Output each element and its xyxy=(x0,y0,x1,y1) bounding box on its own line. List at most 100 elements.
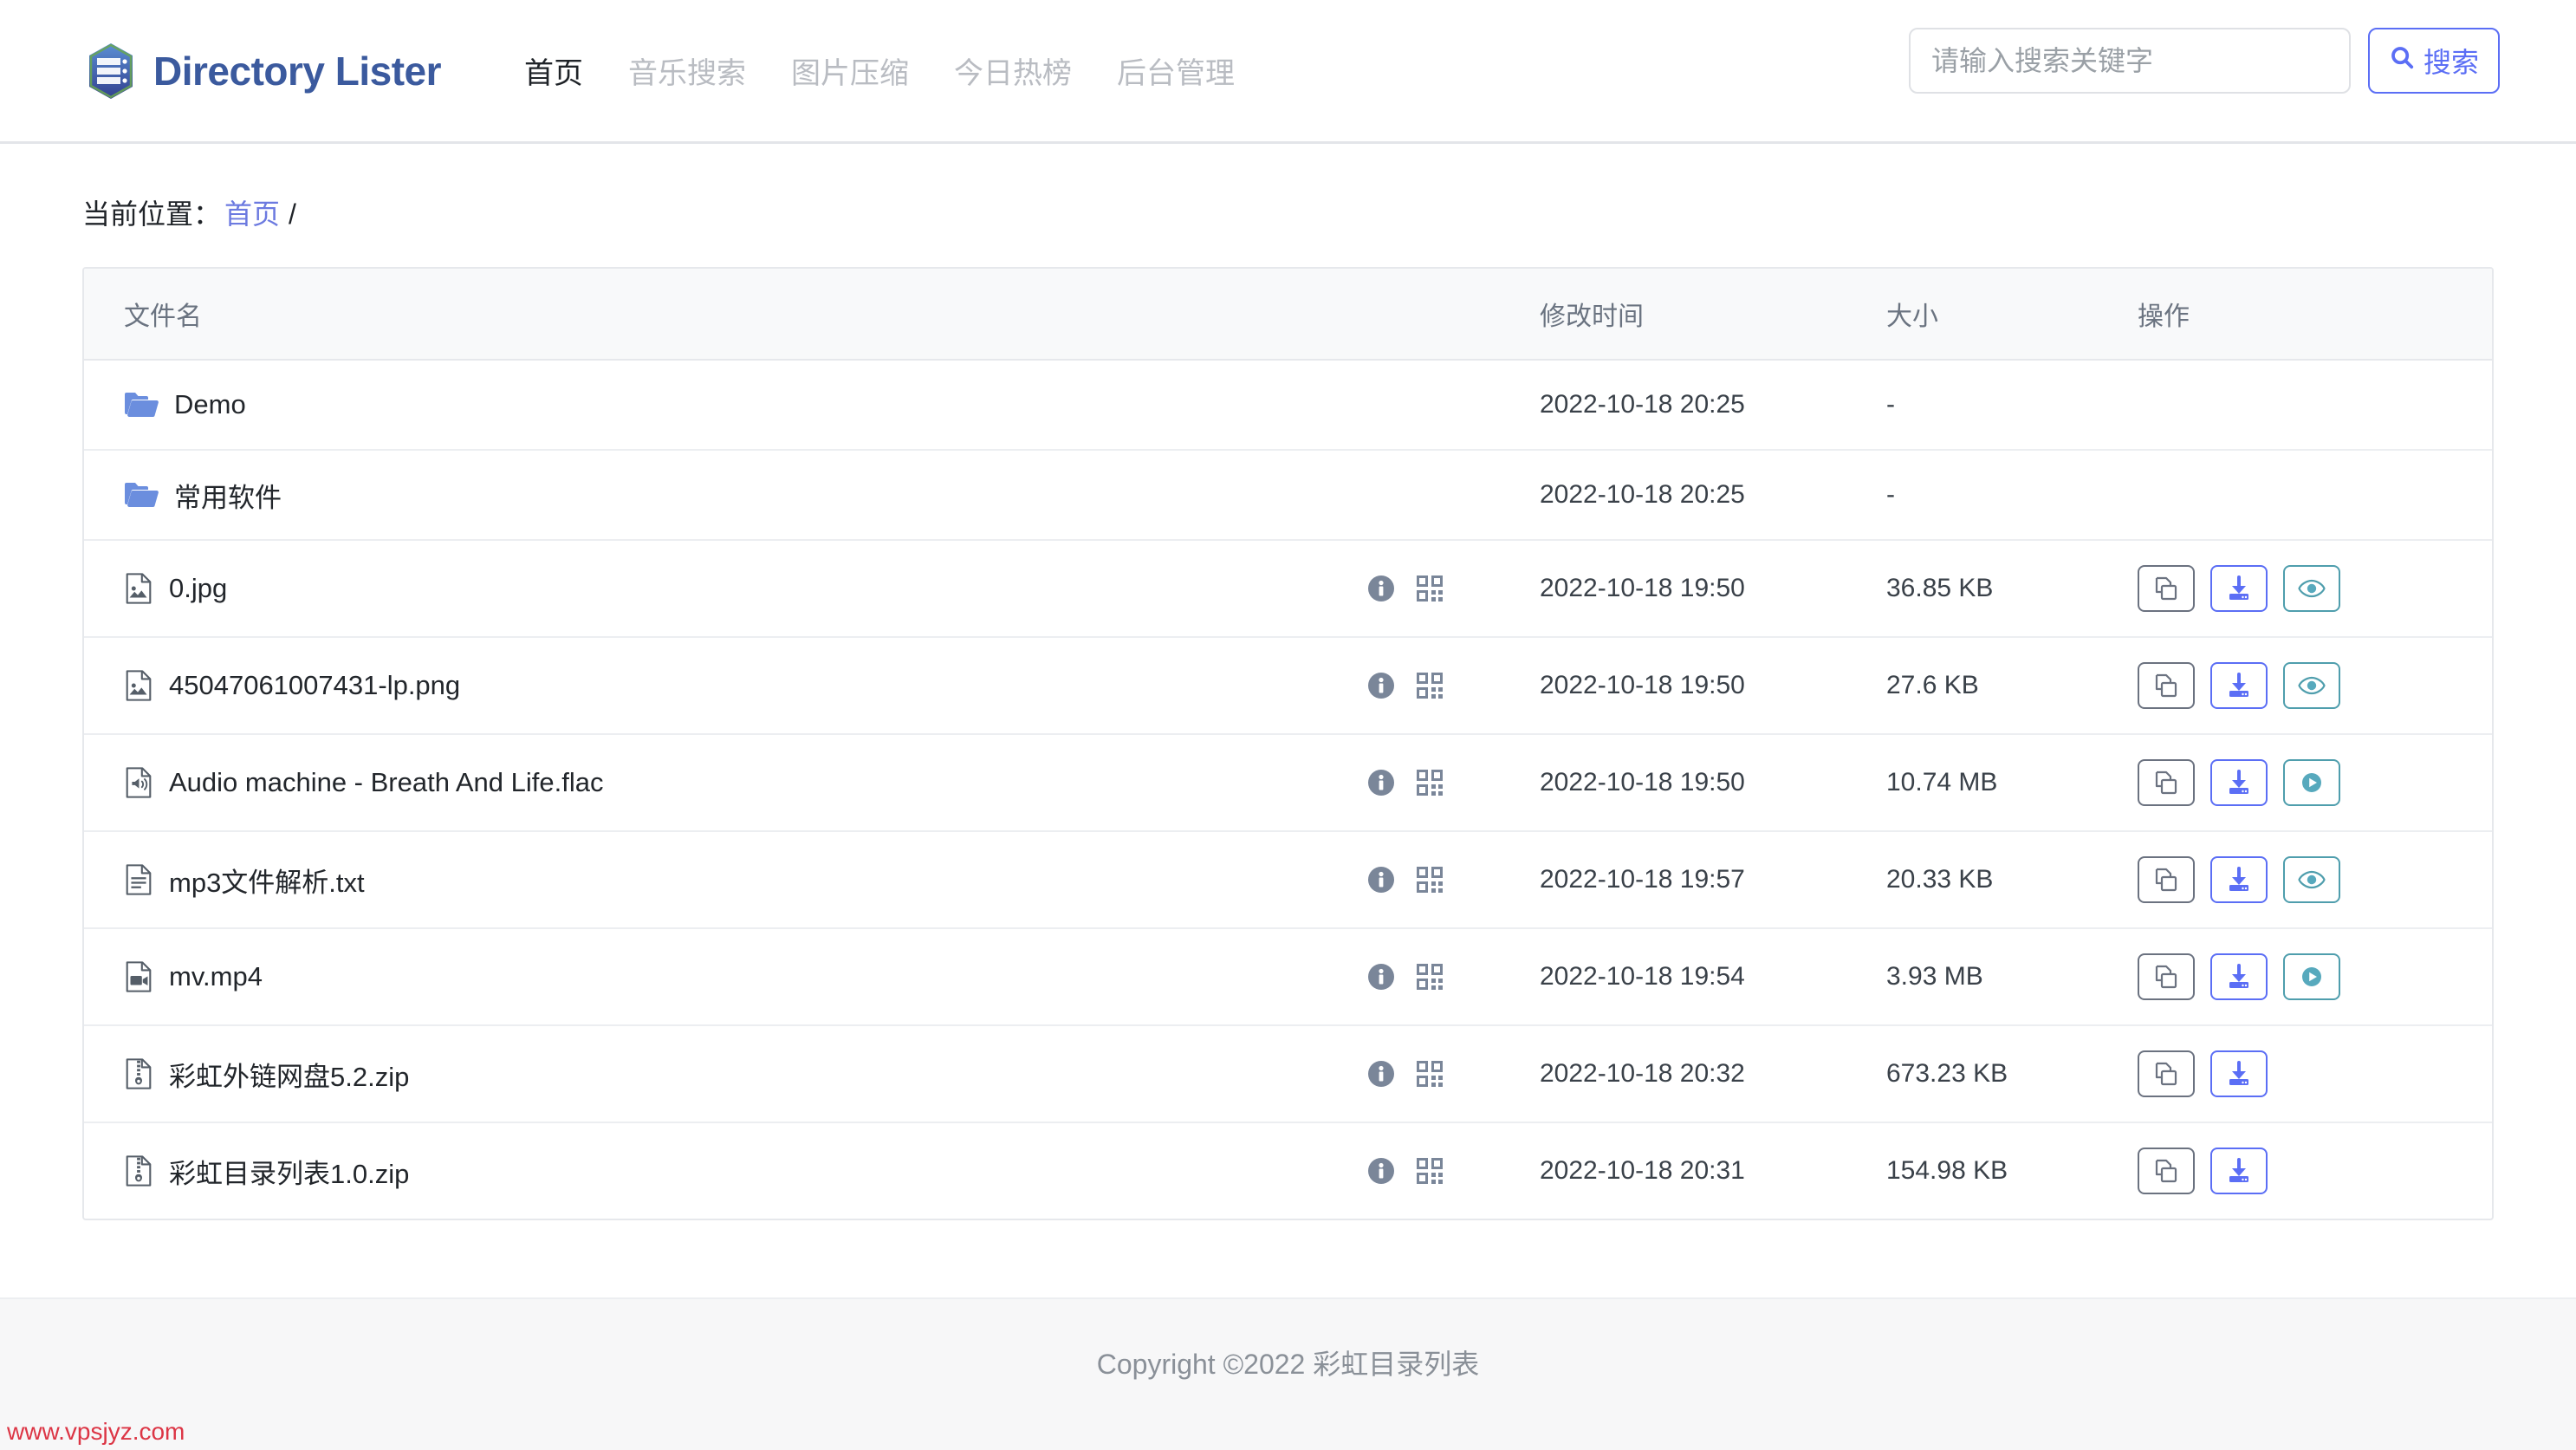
cell-filename: Demo xyxy=(84,360,1366,450)
download-button[interactable] xyxy=(2210,1148,2268,1194)
file-table-head: 文件名 修改时间 大小 操作 xyxy=(84,269,2492,361)
info-icon[interactable] xyxy=(1366,671,1396,700)
table-row[interactable]: 常用软件 2022-10-18 20:25 - xyxy=(84,449,2492,540)
info-icon[interactable] xyxy=(1366,1156,1396,1186)
cell-badges xyxy=(1366,449,1540,540)
breadcrumb-home-link[interactable]: 首页 xyxy=(224,192,280,232)
table-row[interactable]: 0.jpg 2022-10-18 19:50 36.85 KB xyxy=(84,539,2492,637)
folder-icon xyxy=(124,480,159,510)
row-actions xyxy=(2138,1050,2492,1097)
cell-modified-time: 2022-10-18 20:31 xyxy=(1540,1122,1886,1219)
file-entry[interactable]: 彩虹目录列表1.0.zip xyxy=(124,1152,1366,1191)
copy-link-button[interactable] xyxy=(2138,1148,2195,1194)
nav-item-admin[interactable]: 后台管理 xyxy=(1117,49,1235,92)
copy-link-button[interactable] xyxy=(2138,953,2195,1000)
table-row[interactable]: Demo 2022-10-18 20:25 - xyxy=(84,360,2492,450)
cell-badges xyxy=(1366,539,1540,637)
table-row[interactable]: 彩虹外链网盘5.2.zip 2022-10-18 20:32 673.23 KB xyxy=(84,1024,2492,1122)
cell-filename: 45047061007431-lp.png xyxy=(84,636,1366,734)
info-icon[interactable] xyxy=(1366,962,1396,992)
top-navbar: Directory Lister 首页 音乐搜索 图片压缩 今日热榜 后台管理 … xyxy=(0,0,2576,144)
info-icon[interactable] xyxy=(1366,574,1396,603)
row-actions xyxy=(2138,662,2492,709)
row-badges xyxy=(1366,574,1540,603)
cell-size: 20.33 KB xyxy=(1886,830,2129,928)
search-button-label: 搜索 xyxy=(2423,47,2479,78)
copy-link-button[interactable] xyxy=(2138,1050,2195,1097)
info-icon[interactable] xyxy=(1366,865,1396,894)
qrcode-icon[interactable] xyxy=(1415,962,1444,992)
qrcode-icon[interactable] xyxy=(1415,865,1444,894)
download-button[interactable] xyxy=(2210,1050,2268,1097)
file-name-label[interactable]: 常用软件 xyxy=(174,476,282,515)
cell-filename: 彩虹目录列表1.0.zip xyxy=(84,1122,1366,1219)
col-header-actions: 操作 xyxy=(2129,269,2492,361)
preview-button[interactable] xyxy=(2283,565,2340,612)
col-header-size: 大小 xyxy=(1886,269,2129,361)
play-button[interactable] xyxy=(2283,953,2340,1000)
file-entry[interactable]: Demo xyxy=(124,389,1366,420)
info-icon[interactable] xyxy=(1366,1059,1396,1089)
table-row[interactable]: Audio machine - Breath And Life.flac 202… xyxy=(84,733,2492,831)
file-entry[interactable]: mv.mp4 xyxy=(124,960,1366,993)
download-button[interactable] xyxy=(2210,565,2268,612)
download-button[interactable] xyxy=(2210,856,2268,903)
download-button[interactable] xyxy=(2210,662,2268,709)
cell-modified-time: 2022-10-18 19:50 xyxy=(1540,636,1886,734)
qrcode-icon[interactable] xyxy=(1415,1156,1444,1186)
qrcode-icon[interactable] xyxy=(1415,1059,1444,1089)
search-icon xyxy=(2389,44,2415,77)
file-name-label[interactable]: Demo xyxy=(174,389,246,420)
file-name-label[interactable]: mp3文件解析.txt xyxy=(169,861,365,900)
file-entry[interactable]: 彩虹外链网盘5.2.zip xyxy=(124,1055,1366,1094)
file-name-label[interactable]: 彩虹外链网盘5.2.zip xyxy=(169,1055,409,1094)
search-input[interactable] xyxy=(1908,28,2351,94)
file-entry[interactable]: 45047061007431-lp.png xyxy=(124,669,1366,702)
cell-modified-time: 2022-10-18 19:50 xyxy=(1540,733,1886,831)
file-entry[interactable]: 常用软件 xyxy=(124,476,1366,515)
file-name-label[interactable]: 45047061007431-lp.png xyxy=(169,670,460,701)
qrcode-icon[interactable] xyxy=(1415,574,1444,603)
cell-actions xyxy=(2129,539,2492,637)
table-row[interactable]: mp3文件解析.txt 2022-10-18 19:57 20.33 KB xyxy=(84,830,2492,928)
breadcrumb-separator: / xyxy=(289,198,296,230)
cell-modified-time: 2022-10-18 19:54 xyxy=(1540,927,1886,1025)
cell-actions xyxy=(2129,449,2492,540)
file-name-label[interactable]: 0.jpg xyxy=(169,573,227,604)
download-button[interactable] xyxy=(2210,953,2268,1000)
info-icon[interactable] xyxy=(1366,768,1396,797)
table-row[interactable]: 45047061007431-lp.png 2022-10-18 19:50 2… xyxy=(84,636,2492,734)
preview-button[interactable] xyxy=(2283,662,2340,709)
file-table-body: Demo 2022-10-18 20:25 - 常用软件 2022-10-18 … xyxy=(84,360,2492,1219)
nav-item-image[interactable]: 图片压缩 xyxy=(791,49,909,92)
qrcode-icon[interactable] xyxy=(1415,768,1444,797)
brand-name: Directory Lister xyxy=(153,48,442,94)
file-entry[interactable]: mp3文件解析.txt xyxy=(124,861,1366,900)
cell-size: 154.98 KB xyxy=(1886,1122,2129,1219)
nav-item-music[interactable]: 音乐搜索 xyxy=(628,49,746,92)
table-row[interactable]: 彩虹目录列表1.0.zip 2022-10-18 20:31 154.98 KB xyxy=(84,1122,2492,1219)
search-button[interactable]: 搜索 xyxy=(2367,28,2500,94)
qrcode-icon[interactable] xyxy=(1415,671,1444,700)
file-name-label[interactable]: 彩虹目录列表1.0.zip xyxy=(169,1152,409,1191)
file-entry[interactable]: Audio machine - Breath And Life.flac xyxy=(124,766,1366,799)
cell-modified-time: 2022-10-18 19:50 xyxy=(1540,539,1886,637)
file-name-label[interactable]: mv.mp4 xyxy=(169,961,263,992)
copy-link-button[interactable] xyxy=(2138,759,2195,806)
file-table-card: 文件名 修改时间 大小 操作 Demo 2022-10-18 20:25 - 常… xyxy=(82,267,2494,1220)
table-row[interactable]: mv.mp4 2022-10-18 19:54 3.93 MB xyxy=(84,927,2492,1025)
copyright-text: Copyright ©2022 彩虹目录列表 xyxy=(1096,1349,1480,1380)
play-button[interactable] xyxy=(2283,759,2340,806)
file-entry[interactable]: 0.jpg xyxy=(124,572,1366,605)
copy-link-button[interactable] xyxy=(2138,662,2195,709)
brand[interactable]: Directory Lister xyxy=(82,40,442,102)
copy-link-button[interactable] xyxy=(2138,856,2195,903)
preview-button[interactable] xyxy=(2283,856,2340,903)
file-image-icon xyxy=(124,669,153,702)
download-button[interactable] xyxy=(2210,759,2268,806)
nav-item-home[interactable]: 首页 xyxy=(524,49,583,92)
copy-link-button[interactable] xyxy=(2138,565,2195,612)
file-name-label[interactable]: Audio machine - Breath And Life.flac xyxy=(169,767,603,798)
table-header-row: 文件名 修改时间 大小 操作 xyxy=(84,269,2492,361)
nav-item-hot[interactable]: 今日热榜 xyxy=(954,49,1072,92)
